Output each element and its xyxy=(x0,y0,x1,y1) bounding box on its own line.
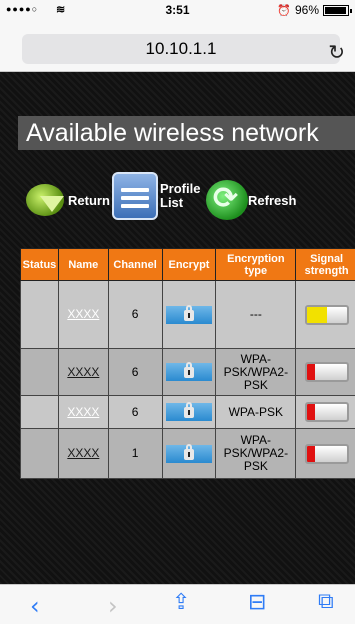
page-title: Available wireless network xyxy=(18,116,355,150)
signal-cell xyxy=(295,395,355,429)
header-signal-strength: Signal strength xyxy=(295,248,355,281)
refresh-button[interactable]: Refresh xyxy=(206,180,296,220)
share-icon[interactable]: ⇪ xyxy=(172,590,190,615)
network-name-link[interactable]: XXXX xyxy=(57,280,109,349)
lock-icon xyxy=(165,443,212,463)
lock-icon xyxy=(165,362,212,381)
url-field[interactable]: 10.10.1.1 xyxy=(22,34,340,64)
lock-icon xyxy=(165,304,212,324)
encrypt-cell xyxy=(161,348,217,396)
network-name-link[interactable]: XXXX xyxy=(57,348,109,396)
channel-cell: 6 xyxy=(107,348,163,396)
bookmarks-icon[interactable]: ⊟ xyxy=(248,590,266,615)
battery-status: ⏰ 96% xyxy=(277,3,352,17)
status-bar: ●●●●○ ≋ 3:51 ⏰ 96% xyxy=(0,0,355,20)
signal-cell xyxy=(295,428,355,479)
table-row[interactable]: XXXX 1 WPA-PSK/WPA2-PSK xyxy=(20,428,355,479)
wireless-network-table: Status Name Channel Encrypt Encryption t… xyxy=(20,248,355,479)
browser-address-bar: 10.10.1.1 ↻ xyxy=(0,20,355,72)
status-cell xyxy=(20,395,59,429)
browser-toolbar: ‹ › ⇪ ⊟ ⧉ xyxy=(0,584,355,624)
lock-icon xyxy=(165,402,212,421)
reload-icon[interactable]: ↻ xyxy=(328,40,345,65)
header-name: Name xyxy=(57,248,109,281)
encryption-type-cell: WPA-PSK/WPA2-PSK xyxy=(215,348,297,396)
action-bar: Return ProfileList Refresh xyxy=(0,172,355,232)
signal-cell xyxy=(295,280,355,349)
channel-cell: 6 xyxy=(107,280,163,349)
battery-percent: 96% xyxy=(294,3,319,17)
return-button[interactable]: Return xyxy=(22,180,110,220)
profile-list-button[interactable]: Profile List xyxy=(112,172,200,220)
channel-cell: 6 xyxy=(107,395,163,429)
table-row[interactable]: XXXX 6 --- xyxy=(20,280,355,349)
return-label: Return xyxy=(68,192,110,208)
refresh-label: Refresh xyxy=(248,192,297,208)
forward-icon[interactable]: › xyxy=(108,592,118,620)
table-row[interactable]: XXXX 6 WPA-PSK/WPA2-PSK xyxy=(20,348,355,396)
header-encryption-type: Encryption type xyxy=(215,248,297,281)
encrypt-cell xyxy=(161,428,217,479)
status-cell xyxy=(20,348,59,396)
signal-strength-icon xyxy=(304,362,349,382)
alarm-icon: ⏰ xyxy=(277,4,291,17)
table-header-row: Status Name Channel Encrypt Encryption t… xyxy=(20,248,355,281)
status-cell xyxy=(20,428,59,479)
page-content: Available wireless network Return Profil… xyxy=(0,72,355,584)
encrypt-cell xyxy=(161,395,217,429)
encryption-type-cell: WPA-PSK/WPA2-PSK xyxy=(215,428,297,479)
header-status: Status xyxy=(20,248,59,281)
signal-strength-icon xyxy=(304,443,349,464)
signal-cell xyxy=(295,348,355,396)
channel-cell: 1 xyxy=(107,428,163,479)
header-encrypt: Encrypt xyxy=(161,248,217,281)
network-name-link[interactable]: XXXX xyxy=(57,428,109,479)
status-cell xyxy=(20,280,59,349)
header-channel: Channel xyxy=(107,248,163,281)
encrypt-cell xyxy=(161,280,217,349)
return-arrow-icon xyxy=(22,180,68,220)
battery-icon xyxy=(323,4,352,16)
signal-strength-icon xyxy=(304,304,349,325)
table-row[interactable]: XXXX 6 WPA-PSK xyxy=(20,395,355,429)
encryption-type-cell: WPA-PSK xyxy=(215,395,297,429)
refresh-icon xyxy=(206,180,248,220)
network-name-link[interactable]: XXXX xyxy=(57,395,109,429)
back-icon[interactable]: ‹ xyxy=(30,592,40,620)
profile-list-label: Profile List xyxy=(160,181,201,210)
profile-list-icon xyxy=(112,172,158,220)
encryption-type-cell: --- xyxy=(215,280,297,349)
signal-strength-icon xyxy=(304,402,349,422)
tabs-icon[interactable]: ⧉ xyxy=(318,589,334,614)
